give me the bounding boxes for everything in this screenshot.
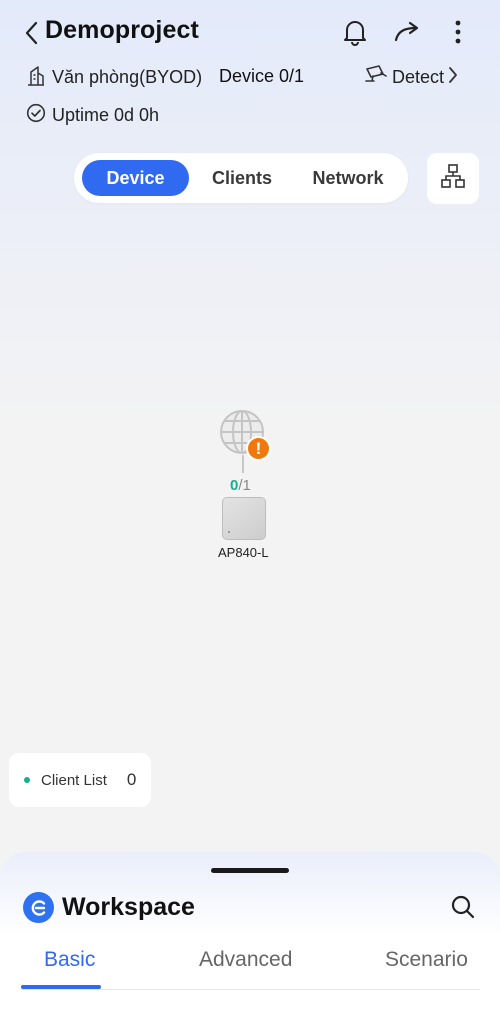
warning-icon: ! <box>246 436 271 461</box>
device-count: Device 0/1 <box>219 66 305 86</box>
active-tab-indicator <box>21 985 101 989</box>
more-icon[interactable] <box>443 17 473 47</box>
topology-link <box>242 455 244 473</box>
share-icon[interactable] <box>392 17 422 47</box>
access-point-device[interactable] <box>222 497 266 540</box>
tab-divider <box>21 989 480 990</box>
tab-device[interactable]: Device <box>82 160 189 196</box>
client-list-count: 0 <box>126 770 137 789</box>
bell-icon[interactable] <box>340 17 370 47</box>
tab-scenario[interactable]: Scenario <box>385 948 468 972</box>
tab-advanced[interactable]: Advanced <box>199 948 292 972</box>
detect-button[interactable]: Detect <box>364 64 458 91</box>
uptime-label: Uptime 0d 0h <box>52 105 160 125</box>
back-icon[interactable] <box>18 18 44 48</box>
status-dot <box>24 777 30 783</box>
topology-button[interactable] <box>427 153 479 204</box>
building-icon <box>26 64 46 91</box>
device-name: AP840-L <box>218 545 269 560</box>
workspace-title: Workspace <box>62 893 195 921</box>
search-icon[interactable] <box>448 892 478 922</box>
page-title: Demoproject <box>45 16 199 44</box>
detect-label: Detect <box>392 67 445 87</box>
tab-network[interactable]: Network <box>296 160 400 196</box>
topology-icon <box>440 163 466 194</box>
view-tabs: Device Clients Network <box>74 153 408 203</box>
tab-clients[interactable]: Clients <box>196 160 288 196</box>
total-count: /1 <box>238 477 251 494</box>
chevron-right-icon <box>448 66 458 89</box>
workspace-logo-icon <box>23 892 54 923</box>
client-list-card[interactable]: Client List 0 <box>9 753 151 807</box>
site-name: Văn phòng(BYOD) <box>52 67 203 87</box>
detect-icon <box>364 64 388 91</box>
client-list-label: Client List <box>41 771 107 789</box>
sheet-drag-handle[interactable] <box>211 868 289 873</box>
site-selector[interactable]: Văn phòng(BYOD) <box>26 64 202 91</box>
tab-basic[interactable]: Basic <box>44 948 95 972</box>
uptime: Uptime 0d 0h <box>26 103 159 128</box>
check-circle-icon <box>26 103 46 128</box>
device-online-ratio: 0/1 <box>230 477 251 494</box>
